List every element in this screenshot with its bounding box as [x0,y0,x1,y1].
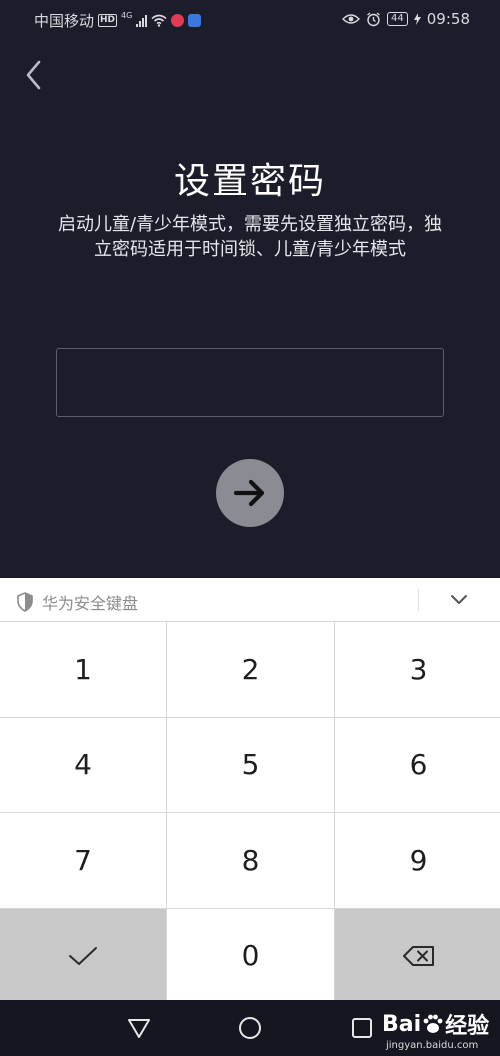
nav-home-icon[interactable] [238,1016,262,1040]
alarm-icon [367,11,380,26]
signal-icon [136,14,148,27]
next-button[interactable] [216,459,284,527]
password-input[interactable] [56,348,444,417]
key-1[interactable]: 1 [0,622,166,717]
key-7[interactable]: 7 [0,813,166,908]
key-5[interactable]: 5 [167,717,334,812]
carrier-name: 中国移动 [34,12,95,30]
watermark-brand-right: 经验 [445,1014,490,1039]
hd-badge: HD [98,14,118,27]
key-9[interactable]: 9 [335,813,500,908]
nav-back-icon[interactable] [127,1016,151,1040]
baidu-notification-icon [188,14,202,27]
watermark-url: jingyan.baidu.com [386,1040,479,1051]
key-4[interactable]: 4 [0,717,166,812]
keyboard-brand: 华为安全键盘 [16,590,138,614]
eye-icon [342,14,361,24]
page-description: 启动儿童/青少年模式，需要先设置独立密码，独立密码适用于时间锁、儿童/青少年模式 [57,214,443,260]
charging-icon [413,13,421,25]
network-type: 4G [121,11,133,20]
check-icon [69,946,97,965]
backspace-icon [402,945,434,966]
page-title: 设置密码 [173,161,326,202]
status-bar: 中国移动 HD 4G 44 09:58 [0,0,500,38]
key-3[interactable]: 3 [335,622,500,717]
wifi-icon [151,14,167,27]
arrow-right-icon [233,479,265,507]
keyboard-brand-label: 华为安全键盘 [42,594,139,613]
baidu-jingyan-watermark: Bai 经验 jingyan.baidu.com [382,1008,489,1052]
watermark-logo: Bai 经验 [382,1008,489,1040]
numeric-keypad: 1 2 3 4 5 6 7 8 9 0 [0,622,500,1003]
key-0[interactable]: 0 [167,908,334,1003]
confirm-key[interactable] [0,908,166,1003]
back-arrow-icon[interactable] [22,58,46,92]
status-bar-left: 中国移动 HD 4G [34,10,202,31]
key-6[interactable]: 6 [335,717,500,812]
nav-recents-icon[interactable] [350,1016,374,1040]
keyboard-header-divider [418,588,419,612]
battery-level: 44 [387,12,408,26]
key-8[interactable]: 8 [167,813,334,908]
shield-icon [17,592,33,612]
paw-icon [423,1014,443,1033]
key-2[interactable]: 2 [167,622,334,717]
backspace-key[interactable] [335,908,500,1003]
clock-time: 09:58 [426,10,470,28]
chevron-down-icon[interactable] [448,590,470,610]
watermark-brand-left: Bai [382,1011,422,1037]
keyboard-header: 华为安全键盘 [0,578,500,622]
status-bar-right: 44 09:58 [342,10,470,28]
app-notification-icon [171,14,185,27]
